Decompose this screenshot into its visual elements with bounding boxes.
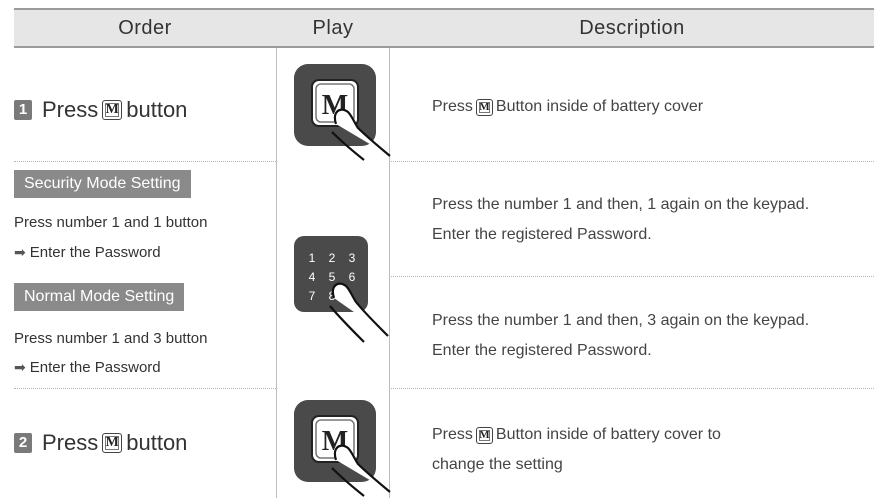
normal-description: Press the number 1 and then, 3 again on … bbox=[432, 306, 809, 366]
row-separator bbox=[389, 161, 874, 162]
keypad-key: 3 bbox=[349, 251, 356, 265]
right-arrow-icon: ➡ bbox=[14, 359, 26, 375]
step-number-2: 2 bbox=[14, 433, 32, 453]
keypad-key: 1 bbox=[309, 251, 316, 265]
table-header: Order Play Description bbox=[14, 8, 874, 48]
row-separator bbox=[14, 388, 276, 389]
keypad-key: 7 bbox=[309, 289, 316, 303]
right-arrow-icon: ➡ bbox=[14, 244, 26, 260]
security-desc-line-2: Enter the registered Password. bbox=[432, 226, 652, 243]
step-2-desc-line-1: Button inside of battery cover to bbox=[495, 426, 721, 443]
security-description: Press the number 1 and then, 1 again on … bbox=[432, 190, 809, 250]
step-2-desc-line-2: change the setting bbox=[432, 456, 563, 473]
normal-line-1: Press number 1 and 3 button bbox=[14, 330, 208, 347]
header-play: Play bbox=[312, 17, 354, 39]
m-button-icon: M bbox=[475, 98, 493, 116]
keypad-key: 6 bbox=[349, 270, 356, 284]
m-button-icon: M bbox=[102, 100, 123, 120]
header-order: Order bbox=[118, 17, 172, 39]
step-2-description: Press M Button inside of battery cover t… bbox=[432, 420, 721, 480]
row-separator bbox=[389, 276, 874, 277]
desc-battery-text: Button inside of battery cover bbox=[495, 98, 704, 115]
m-button-icon: M bbox=[475, 426, 493, 444]
security-line-2: ➡ Enter the Password bbox=[14, 244, 161, 261]
step-1-label: 1 Press M button bbox=[14, 97, 187, 123]
step-number-1: 1 bbox=[14, 100, 32, 120]
keypad-key: 2 bbox=[329, 251, 336, 265]
row-separator bbox=[389, 388, 874, 389]
m-button-press-illustration-2: M bbox=[294, 400, 391, 497]
keypad-key: 4 bbox=[309, 270, 316, 284]
step-1-description: Press M Button inside of battery cover bbox=[432, 92, 703, 122]
step-2-button-text: button bbox=[126, 430, 188, 455]
desc-press-text: Press bbox=[432, 426, 473, 443]
normal-desc-line-2: Enter the registered Password. bbox=[432, 342, 652, 359]
step-1-press-text: Press bbox=[42, 97, 99, 122]
keypad-key: 5 bbox=[329, 270, 336, 284]
column-divider-left bbox=[276, 48, 277, 498]
normal-line-2: ➡ Enter the Password bbox=[14, 359, 161, 376]
step-2-press-text: Press bbox=[42, 430, 99, 455]
security-desc-line-1: Press the number 1 and then, 1 again on … bbox=[432, 196, 810, 213]
normal-desc-line-1: Press the number 1 and then, 3 again on … bbox=[432, 312, 810, 329]
keypad-press-illustration: 1 2 3 4 5 6 7 8 bbox=[294, 236, 389, 343]
m-button-icon: M bbox=[102, 433, 123, 453]
row-separator bbox=[14, 161, 276, 162]
desc-press-text: Press bbox=[432, 98, 473, 115]
header-description: Description bbox=[579, 17, 685, 39]
normal-mode-title: Normal Mode Setting bbox=[14, 283, 185, 311]
m-button-press-illustration-1: M bbox=[294, 64, 391, 161]
step-1-button-text: button bbox=[126, 97, 188, 122]
step-2-label: 2 Press M button bbox=[14, 430, 187, 456]
security-mode-title: Security Mode Setting bbox=[14, 170, 191, 198]
security-line-1: Press number 1 and 1 button bbox=[14, 214, 208, 231]
